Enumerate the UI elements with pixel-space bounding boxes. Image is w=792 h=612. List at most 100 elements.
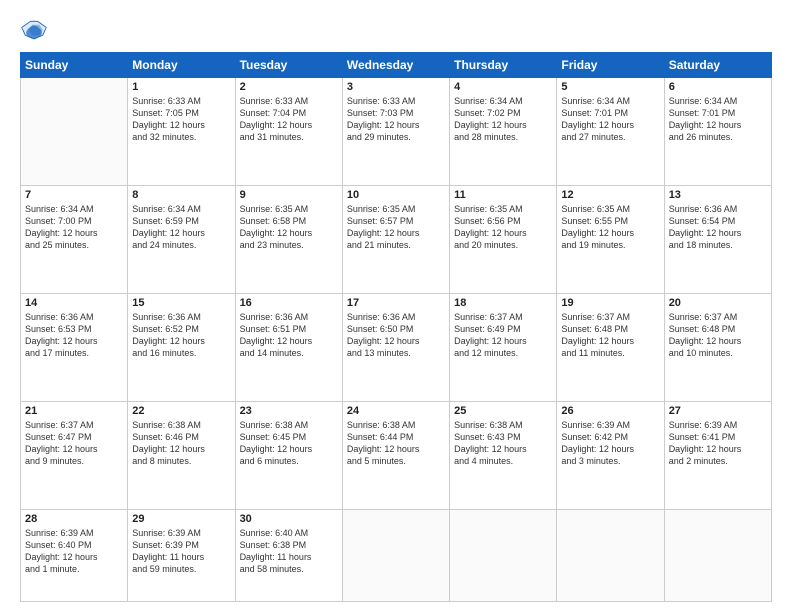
col-header-sunday: Sunday: [21, 53, 128, 78]
day-info: Sunrise: 6:38 AM Sunset: 6:45 PM Dayligh…: [240, 419, 338, 468]
day-cell: 14Sunrise: 6:36 AM Sunset: 6:53 PM Dayli…: [21, 293, 128, 401]
day-info: Sunrise: 6:35 AM Sunset: 6:57 PM Dayligh…: [347, 203, 445, 252]
day-number: 13: [669, 189, 767, 201]
day-info: Sunrise: 6:37 AM Sunset: 6:48 PM Dayligh…: [669, 311, 767, 360]
calendar-table: SundayMondayTuesdayWednesdayThursdayFrid…: [20, 52, 772, 602]
logo-icon: [20, 16, 48, 44]
day-number: 17: [347, 297, 445, 309]
day-cell: 4 Sunrise: 6:34 AM Sunset: 7:02 PM Daylig…: [450, 78, 557, 186]
day-info: Sunrise: 6:39 AM Sunset: 6:42 PM Dayligh…: [561, 419, 659, 468]
day-cell: 27Sunrise: 6:39 AM Sunset: 6:41 PM Dayli…: [664, 401, 771, 509]
day-number: 15: [132, 297, 230, 309]
day-number: 10: [347, 189, 445, 201]
header-row: SundayMondayTuesdayWednesdayThursdayFrid…: [21, 53, 772, 78]
day-cell: 18 Sunrise: 6:37 AM Sunset: 6:49 PM Dayli…: [450, 293, 557, 401]
day-cell: 22 Sunrise: 6:38 AM Sunset: 6:46 PM Dayli…: [128, 401, 235, 509]
day-cell: [557, 509, 664, 601]
day-cell: 8 Sunrise: 6:34 AM Sunset: 6:59 PM Daylig…: [128, 185, 235, 293]
day-number: 11: [454, 189, 552, 201]
col-header-thursday: Thursday: [450, 53, 557, 78]
header: [20, 16, 772, 44]
week-row-3: 14Sunrise: 6:36 AM Sunset: 6:53 PM Dayli…: [21, 293, 772, 401]
day-cell: 5Sunrise: 6:34 AM Sunset: 7:01 PM Daylig…: [557, 78, 664, 186]
col-header-wednesday: Wednesday: [342, 53, 449, 78]
day-cell: 1 Sunrise: 6:33 AM Sunset: 7:05 PM Daylig…: [128, 78, 235, 186]
day-number: 8: [132, 189, 230, 201]
day-info: Sunrise: 6:36 AM Sunset: 6:50 PM Dayligh…: [347, 311, 445, 360]
day-cell: 29Sunrise: 6:39 AM Sunset: 6:39 PM Dayli…: [128, 509, 235, 601]
day-info: Sunrise: 6:33 AM Sunset: 7:05 PM Dayligh…: [132, 95, 230, 144]
day-number: 3: [347, 81, 445, 93]
day-info: Sunrise: 6:39 AM Sunset: 6:40 PM Dayligh…: [25, 527, 123, 576]
day-number: 4: [454, 81, 552, 93]
day-number: 20: [669, 297, 767, 309]
day-cell: 24 Sunrise: 6:38 AM Sunset: 6:44 PM Dayli…: [342, 401, 449, 509]
day-number: 22: [132, 405, 230, 417]
day-number: 16: [240, 297, 338, 309]
day-cell: 9 Sunrise: 6:35 AM Sunset: 6:58 PM Daylig…: [235, 185, 342, 293]
day-cell: 6 Sunrise: 6:34 AM Sunset: 7:01 PM Daylig…: [664, 78, 771, 186]
day-info: Sunrise: 6:35 AM Sunset: 6:58 PM Dayligh…: [240, 203, 338, 252]
day-info: Sunrise: 6:38 AM Sunset: 6:43 PM Dayligh…: [454, 419, 552, 468]
week-row-2: 7Sunrise: 6:34 AM Sunset: 7:00 PM Daylig…: [21, 185, 772, 293]
day-info: Sunrise: 6:34 AM Sunset: 7:01 PM Dayligh…: [669, 95, 767, 144]
day-cell: [450, 509, 557, 601]
day-cell: 30 Sunrise: 6:40 AM Sunset: 6:38 PM Dayli…: [235, 509, 342, 601]
day-cell: 23 Sunrise: 6:38 AM Sunset: 6:45 PM Dayli…: [235, 401, 342, 509]
day-info: Sunrise: 6:38 AM Sunset: 6:44 PM Dayligh…: [347, 419, 445, 468]
day-number: 26: [561, 405, 659, 417]
col-header-monday: Monday: [128, 53, 235, 78]
day-number: 30: [240, 513, 338, 525]
day-info: Sunrise: 6:36 AM Sunset: 6:54 PM Dayligh…: [669, 203, 767, 252]
day-cell: 2 Sunrise: 6:33 AM Sunset: 7:04 PM Daylig…: [235, 78, 342, 186]
day-number: 1: [132, 81, 230, 93]
day-info: Sunrise: 6:37 AM Sunset: 6:47 PM Dayligh…: [25, 419, 123, 468]
day-cell: 19Sunrise: 6:37 AM Sunset: 6:48 PM Dayli…: [557, 293, 664, 401]
day-number: 27: [669, 405, 767, 417]
day-info: Sunrise: 6:38 AM Sunset: 6:46 PM Dayligh…: [132, 419, 230, 468]
day-cell: 26 Sunrise: 6:39 AM Sunset: 6:42 PM Dayli…: [557, 401, 664, 509]
day-number: 18: [454, 297, 552, 309]
day-number: 28: [25, 513, 123, 525]
day-number: 5: [561, 81, 659, 93]
day-info: Sunrise: 6:37 AM Sunset: 6:49 PM Dayligh…: [454, 311, 552, 360]
day-info: Sunrise: 6:35 AM Sunset: 6:56 PM Dayligh…: [454, 203, 552, 252]
day-number: 21: [25, 405, 123, 417]
day-cell: [342, 509, 449, 601]
page: SundayMondayTuesdayWednesdayThursdayFrid…: [0, 0, 792, 612]
week-row-1: 1 Sunrise: 6:33 AM Sunset: 7:05 PM Daylig…: [21, 78, 772, 186]
day-cell: 17 Sunrise: 6:36 AM Sunset: 6:50 PM Dayli…: [342, 293, 449, 401]
col-header-tuesday: Tuesday: [235, 53, 342, 78]
day-number: 23: [240, 405, 338, 417]
day-number: 9: [240, 189, 338, 201]
day-info: Sunrise: 6:39 AM Sunset: 6:39 PM Dayligh…: [132, 527, 230, 576]
day-cell: 15Sunrise: 6:36 AM Sunset: 6:52 PM Dayli…: [128, 293, 235, 401]
day-cell: 25 Sunrise: 6:38 AM Sunset: 6:43 PM Dayli…: [450, 401, 557, 509]
day-number: 12: [561, 189, 659, 201]
day-info: Sunrise: 6:36 AM Sunset: 6:51 PM Dayligh…: [240, 311, 338, 360]
day-number: 6: [669, 81, 767, 93]
day-info: Sunrise: 6:33 AM Sunset: 7:03 PM Dayligh…: [347, 95, 445, 144]
day-number: 24: [347, 405, 445, 417]
day-cell: [21, 78, 128, 186]
day-cell: 10 Sunrise: 6:35 AM Sunset: 6:57 PM Dayli…: [342, 185, 449, 293]
week-row-4: 21 Sunrise: 6:37 AM Sunset: 6:47 PM Dayli…: [21, 401, 772, 509]
day-number: 25: [454, 405, 552, 417]
day-number: 2: [240, 81, 338, 93]
day-number: 14: [25, 297, 123, 309]
day-cell: 16 Sunrise: 6:36 AM Sunset: 6:51 PM Dayli…: [235, 293, 342, 401]
day-info: Sunrise: 6:40 AM Sunset: 6:38 PM Dayligh…: [240, 527, 338, 576]
day-cell: 13 Sunrise: 6:36 AM Sunset: 6:54 PM Dayli…: [664, 185, 771, 293]
col-header-saturday: Saturday: [664, 53, 771, 78]
logo: [20, 16, 52, 44]
day-info: Sunrise: 6:35 AM Sunset: 6:55 PM Dayligh…: [561, 203, 659, 252]
day-cell: 7Sunrise: 6:34 AM Sunset: 7:00 PM Daylig…: [21, 185, 128, 293]
day-cell: 20 Sunrise: 6:37 AM Sunset: 6:48 PM Dayli…: [664, 293, 771, 401]
day-info: Sunrise: 6:34 AM Sunset: 6:59 PM Dayligh…: [132, 203, 230, 252]
day-info: Sunrise: 6:33 AM Sunset: 7:04 PM Dayligh…: [240, 95, 338, 144]
day-cell: 21 Sunrise: 6:37 AM Sunset: 6:47 PM Dayli…: [21, 401, 128, 509]
day-info: Sunrise: 6:34 AM Sunset: 7:02 PM Dayligh…: [454, 95, 552, 144]
day-cell: [664, 509, 771, 601]
day-info: Sunrise: 6:37 AM Sunset: 6:48 PM Dayligh…: [561, 311, 659, 360]
week-row-5: 28 Sunrise: 6:39 AM Sunset: 6:40 PM Dayli…: [21, 509, 772, 601]
